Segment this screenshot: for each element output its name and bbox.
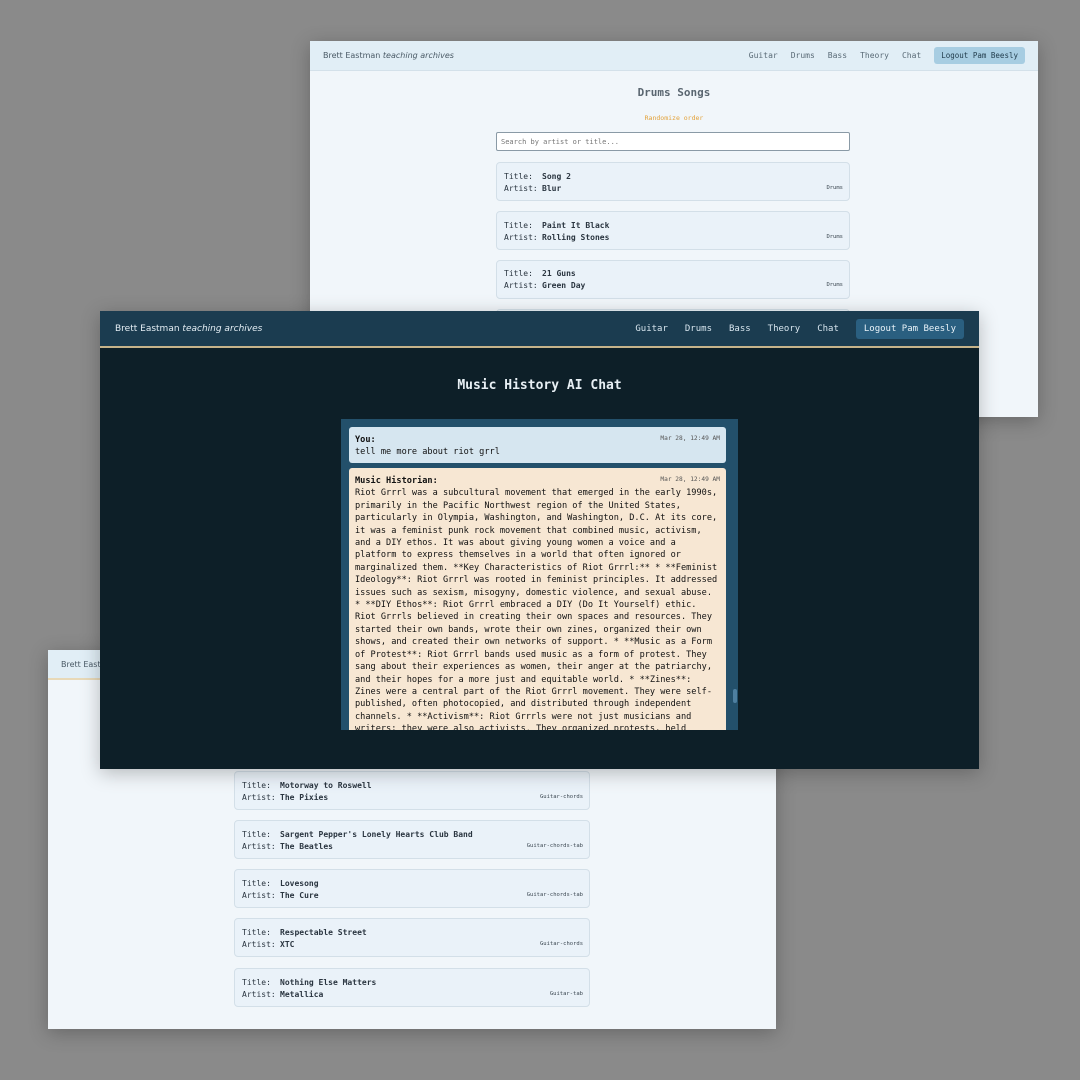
artist-label: Artist: xyxy=(504,281,538,290)
brand-name: Brett Eastman xyxy=(323,51,381,60)
randomize-order-link[interactable]: Randomize order xyxy=(310,114,1038,122)
ai-message: Music Historian: Mar 28, 12:49 AM Riot G… xyxy=(349,468,726,730)
nav-chat[interactable]: Chat xyxy=(817,324,839,334)
artist-label: Artist: xyxy=(242,940,276,949)
brand-name: Brett East xyxy=(61,659,101,669)
message-timestamp: Mar 28, 12:49 AM xyxy=(660,435,720,442)
song-title: Lovesong xyxy=(280,879,319,888)
nav-guitar[interactable]: Guitar xyxy=(749,51,778,60)
nav-bass[interactable]: Bass xyxy=(729,324,751,334)
message-text: Riot Grrrl was a subcultural movement th… xyxy=(355,488,718,730)
nav-chat[interactable]: Chat xyxy=(902,51,921,60)
nav-theory[interactable]: Theory xyxy=(860,51,889,60)
instrument-tag: Guitar-chords xyxy=(539,941,583,947)
song-artist: The Cure xyxy=(280,891,319,900)
song-title: Song 2 xyxy=(542,172,571,181)
title-label: Title: xyxy=(504,269,533,278)
logout-button[interactable]: Logout Pam Beesly xyxy=(855,318,964,339)
song-artist: XTC xyxy=(280,940,295,949)
nav-theory[interactable]: Theory xyxy=(768,324,801,334)
song-card[interactable]: Title: Sargent Pepper's Lonely Hearts Clu… xyxy=(234,820,590,859)
song-title: 21 Guns xyxy=(542,269,576,278)
artist-label: Artist: xyxy=(504,184,538,193)
instrument-tag: Drums xyxy=(826,282,843,288)
user-message: You: Mar 28, 12:49 AM tell me more about… xyxy=(349,427,726,463)
instrument-tag: Guitar-chords-tab xyxy=(526,892,583,898)
title-label: Title: xyxy=(242,781,271,790)
brand-suffix: teaching archives xyxy=(382,51,454,60)
song-title: Motorway to Roswell xyxy=(280,781,372,790)
nav-guitar[interactable]: Guitar xyxy=(635,324,668,334)
instrument-tag: Guitar-chords xyxy=(539,794,583,800)
nav-drums[interactable]: Drums xyxy=(791,51,815,60)
artist-label: Artist: xyxy=(242,990,276,999)
chat-window: Brett Eastman teaching archives Guitar D… xyxy=(100,311,979,769)
page-title: Music History AI Chat xyxy=(457,378,622,393)
song-card[interactable]: Title: Nothing Else Matters Artist: Metall… xyxy=(234,968,590,1007)
instrument-tag: Drums xyxy=(826,185,843,191)
chat-messages-panel[interactable]: You: Mar 28, 12:49 AM tell me more about… xyxy=(341,419,738,730)
brand[interactable]: Brett Eastman teaching archives xyxy=(115,324,635,334)
instrument-tag: Guitar-tab xyxy=(549,991,583,997)
nav-links: Guitar Drums Bass Theory Chat Logout Pam… xyxy=(749,47,1025,64)
song-card[interactable]: Title: Motorway to Roswell Artist: The Pix… xyxy=(234,771,590,810)
artist-label: Artist: xyxy=(242,891,276,900)
song-card[interactable]: Title: 21 Guns Artist: Green Day Drums xyxy=(496,260,850,299)
title-label: Title: xyxy=(242,928,271,937)
artist-label: Artist: xyxy=(242,842,276,851)
instrument-tag: Drums xyxy=(826,234,843,240)
search-input[interactable] xyxy=(496,132,850,151)
song-title: Nothing Else Matters xyxy=(280,978,377,987)
song-title: Paint It Black xyxy=(542,221,610,230)
logout-button[interactable]: Logout Pam Beesly xyxy=(934,47,1025,64)
nav-drums[interactable]: Drums xyxy=(685,324,712,334)
song-artist: Rolling Stones xyxy=(542,233,610,242)
song-artist: Blur xyxy=(542,184,562,193)
artist-label: Artist: xyxy=(504,233,538,242)
title-label: Title: xyxy=(504,172,533,181)
title-label: Title: xyxy=(242,879,271,888)
top-navbar: Brett Eastman teaching archives Guitar D… xyxy=(310,41,1038,71)
song-card[interactable]: Title: Respectable Street Artist: XTC Guit… xyxy=(234,918,590,957)
title-label: Title: xyxy=(242,830,271,839)
song-card[interactable]: Title: Paint It Black Artist: Rolling Ston… xyxy=(496,211,850,250)
brand-name: Brett Eastman xyxy=(115,323,180,334)
message-text: tell me more about riot grrl xyxy=(355,447,500,458)
song-artist: Metallica xyxy=(280,990,324,999)
brand-suffix: teaching archives xyxy=(182,323,263,334)
song-artist: The Beatles xyxy=(280,842,333,851)
song-artist: The Pixies xyxy=(280,793,329,802)
instrument-tag: Guitar-chords-tab xyxy=(526,843,583,849)
scrollbar-thumb[interactable] xyxy=(733,689,737,703)
title-label: Title: xyxy=(504,221,533,230)
nav-bass[interactable]: Bass xyxy=(828,51,847,60)
song-title: Respectable Street xyxy=(280,928,367,937)
nav-links: Guitar Drums Bass Theory Chat Logout Pam… xyxy=(635,318,964,339)
song-card[interactable]: Title: Lovesong Artist: The Cure Guitar-ch… xyxy=(234,869,590,908)
top-navbar: Brett Eastman teaching archives Guitar D… xyxy=(100,311,979,348)
artist-label: Artist: xyxy=(242,793,276,802)
song-card[interactable]: Title: Song 2 Artist: Blur Drums xyxy=(496,162,850,201)
song-artist: Green Day xyxy=(542,281,586,290)
title-label: Title: xyxy=(242,978,271,987)
song-title: Sargent Pepper's Lonely Hearts Club Band xyxy=(280,830,473,839)
page-title: Drums Songs xyxy=(637,86,711,99)
message-timestamp: Mar 28, 12:49 AM xyxy=(660,476,720,483)
brand[interactable]: Brett Eastman teaching archives xyxy=(323,51,749,60)
